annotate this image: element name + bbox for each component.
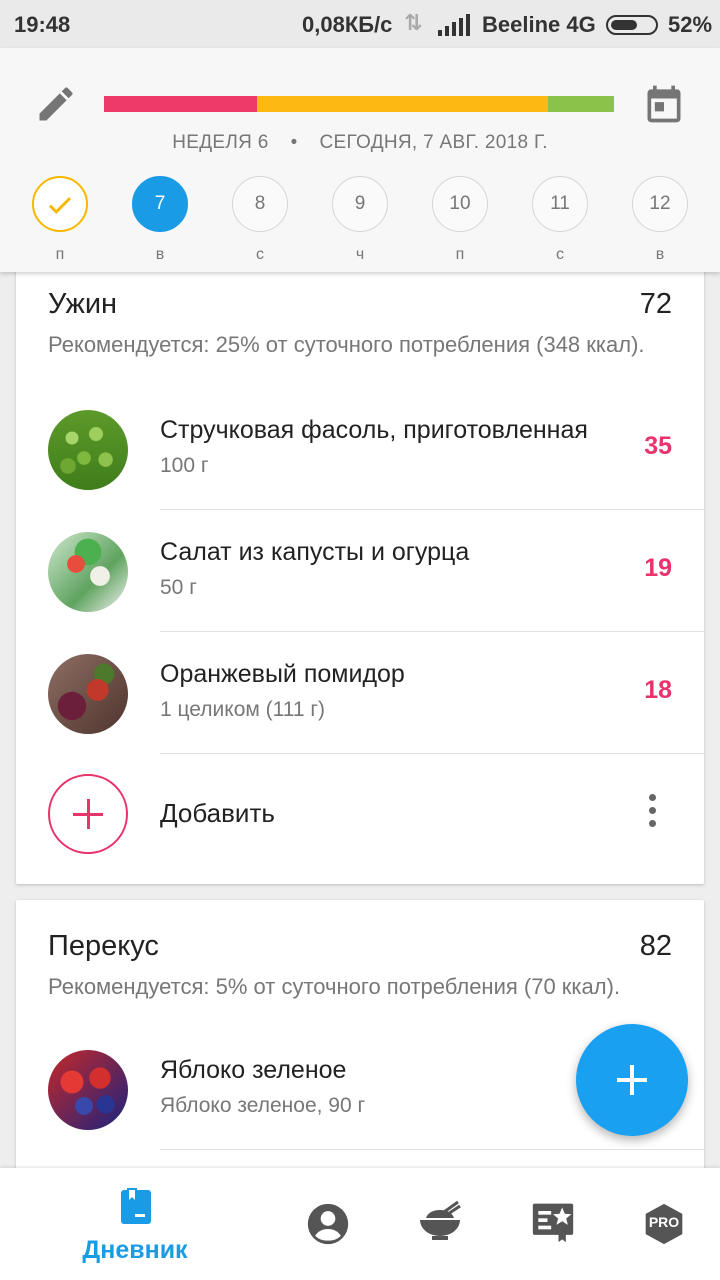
status-battery-percent: 52% xyxy=(668,12,713,37)
week-day-selector: п 7 в 8 с 9 ч 10 п 11 с 12 в xyxy=(0,176,720,266)
food-kcal: 35 xyxy=(644,432,672,460)
bottom-navigation: Дневник PRO xyxy=(0,1168,720,1280)
today-date-label: СЕГОДНЯ, 7 АВГ. 2018 Г. xyxy=(319,132,548,153)
day-1[interactable]: 7в xyxy=(132,176,188,264)
more-vert-icon[interactable] xyxy=(646,794,658,834)
nav-diary[interactable]: Дневник xyxy=(60,1168,210,1280)
vegetables-photo xyxy=(48,654,128,734)
food-name: Оранжевый помидор xyxy=(160,660,405,688)
separator-dot: • xyxy=(290,132,298,153)
food-name: Салат из капусты и огурца xyxy=(160,538,470,566)
signal-icon xyxy=(438,14,470,36)
daily-calorie-progress-bar xyxy=(104,96,614,112)
status-network-speed: 0,08КБ/с xyxy=(302,12,393,37)
day-number[interactable]: 10 xyxy=(432,176,488,232)
plans-badge-icon[interactable] xyxy=(530,1200,576,1244)
day-number[interactable]: 8 xyxy=(232,176,288,232)
day-weekday-label: ч xyxy=(355,246,365,263)
food-item-row[interactable]: Стручковая фасоль, приготовленная 100 г 35 xyxy=(16,388,704,510)
food-item-row[interactable]: Салат из капусты и огурца 50 г 19 xyxy=(16,510,704,632)
day-number[interactable]: 7 xyxy=(132,176,188,232)
day-number[interactable]: 11 xyxy=(532,176,588,232)
day-weekday-label: в xyxy=(155,246,165,263)
meal-title: Ужин xyxy=(48,288,118,320)
day-4[interactable]: 10 п xyxy=(432,176,488,264)
day-0[interactable]: п xyxy=(32,176,88,264)
day-weekday-label: п xyxy=(455,246,465,263)
day-done-check-icon[interactable] xyxy=(32,176,88,232)
food-name: Яблоко зеленое xyxy=(160,1056,347,1084)
week-date-line: НЕДЕЛЯ 6 • СЕГОДНЯ, 7 АВГ. 2018 Г. xyxy=(0,132,720,154)
add-food-label[interactable]: Добавить xyxy=(160,798,275,829)
add-food-row[interactable]: Добавить xyxy=(16,754,704,876)
food-portion: 1 целиком (111 г) xyxy=(160,698,326,721)
day-weekday-label: с xyxy=(256,246,264,263)
day-weekday-label: п xyxy=(55,246,65,263)
food-kcal: 19 xyxy=(644,554,672,582)
meal-total-kcal: 72 xyxy=(639,288,672,320)
add-circle-icon[interactable] xyxy=(48,774,128,854)
nav-diary-label: Дневник xyxy=(82,1236,188,1264)
profile-icon[interactable] xyxy=(306,1202,350,1246)
progress-segment xyxy=(104,96,257,112)
diary-book-icon xyxy=(121,1188,151,1224)
recipes-bowl-icon[interactable] xyxy=(416,1198,464,1246)
status-bar: 19:48 0,08КБ/с ⇅ Beeline 4G 52% xyxy=(0,0,720,48)
berries-photo xyxy=(48,1050,128,1130)
week-label: НЕДЕЛЯ 6 xyxy=(172,132,269,153)
pro-hexagon-icon[interactable]: PRO xyxy=(642,1202,686,1246)
progress-segment xyxy=(257,96,548,112)
meal-recommendation: Рекомендуется: 5% от суточного потреблен… xyxy=(48,974,621,999)
meal-title: Перекус xyxy=(48,930,159,962)
day-weekday-label: с xyxy=(556,246,564,263)
meal-total-kcal: 82 xyxy=(639,930,672,962)
progress-segment xyxy=(547,96,614,112)
calendar-icon[interactable] xyxy=(640,82,688,126)
data-transfer-icon: ⇅ xyxy=(404,10,423,35)
peas-photo xyxy=(48,410,128,490)
food-portion: 50 г xyxy=(160,576,197,599)
day-3[interactable]: 9ч xyxy=(332,176,388,264)
edit-pencil-icon[interactable] xyxy=(34,82,78,126)
battery-icon xyxy=(606,15,658,35)
meal-card-dinner: Ужин 72 Рекомендуется: 25% от суточного … xyxy=(16,258,704,884)
day-5[interactable]: 11 с xyxy=(532,176,588,264)
day-number[interactable]: 9 xyxy=(332,176,388,232)
meal-recommendation: Рекомендуется: 25% от суточного потребле… xyxy=(48,332,645,357)
food-portion: 100 г xyxy=(160,454,209,477)
food-name: Стручковая фасоль, приготовленная xyxy=(160,416,588,444)
food-kcal: 18 xyxy=(644,676,672,704)
diary-header: НЕДЕЛЯ 6 • СЕГОДНЯ, 7 АВГ. 2018 Г. п7в8с9ч… xyxy=(0,48,720,272)
day-2[interactable]: 8с xyxy=(232,176,288,264)
divider xyxy=(160,1148,704,1150)
add-fab-button[interactable] xyxy=(576,1024,688,1136)
food-item-row[interactable]: Оранжевый помидор 1 целиком (111 г) 18 xyxy=(16,632,704,754)
food-portion: Яблоко зеленое, 90 г xyxy=(160,1094,366,1117)
status-time: 19:48 xyxy=(14,12,71,37)
status-carrier: Beeline 4G xyxy=(482,12,596,37)
salad-photo xyxy=(48,532,128,612)
day-number[interactable]: 12 xyxy=(632,176,688,232)
pro-label: PRO xyxy=(648,1214,680,1230)
day-6[interactable]: 12 в xyxy=(632,176,688,264)
day-weekday-label: в xyxy=(655,246,665,263)
